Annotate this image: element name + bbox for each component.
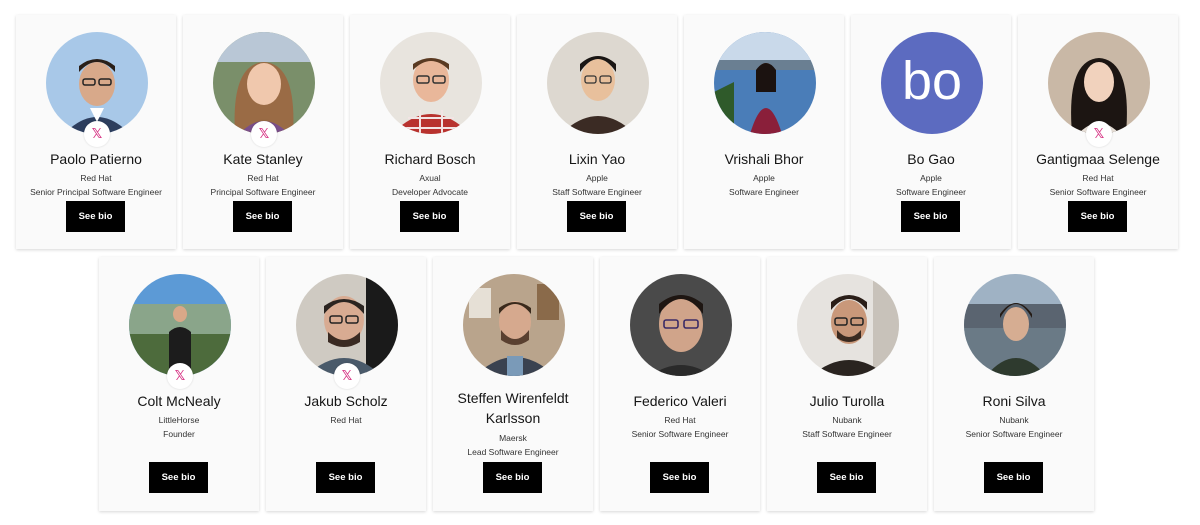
speaker-company: Red Hat xyxy=(330,415,362,425)
speaker-photo[interactable] xyxy=(380,32,482,134)
speaker-card: 𝕏 Colt McNealy LittleHorse Founder See b… xyxy=(99,257,259,511)
speaker-title: Software Engineer xyxy=(729,187,799,197)
see-bio-button[interactable]: See bio xyxy=(817,462,876,493)
speaker-company: Apple xyxy=(920,173,942,183)
speaker-title: Principal Software Engineer xyxy=(210,187,316,197)
speaker-title: Senior Principal Software Engineer xyxy=(30,187,162,197)
speaker-name: Federico Valeri xyxy=(633,393,727,409)
avatar-initials: bo xyxy=(901,51,963,111)
see-bio-button[interactable]: See bio xyxy=(233,201,292,232)
see-bio-button[interactable]: See bio xyxy=(1068,201,1127,232)
speaker-photo[interactable] xyxy=(797,274,899,376)
speaker-photo[interactable] xyxy=(463,274,565,376)
speaker-card: Vrishali Bhor Apple Software Engineer xyxy=(684,15,844,249)
speaker-photo[interactable] xyxy=(46,32,148,134)
speaker-meta: Red Hat Senior Principal Software Engine… xyxy=(16,171,176,199)
speaker-name: Paolo Patierno xyxy=(50,151,142,167)
speaker-name: Roni Silva xyxy=(982,393,1046,409)
speaker-name: Vrishali Bhor xyxy=(724,151,804,167)
speaker-meta: Red Hat xyxy=(266,413,426,427)
speaker-meta: Apple Staff Software Engineer xyxy=(517,171,677,199)
see-bio-button[interactable]: See bio xyxy=(650,462,709,493)
see-bio-button[interactable]: See bio xyxy=(316,462,375,493)
speaker-company: Red Hat xyxy=(1082,173,1114,183)
speaker-title: Staff Software Engineer xyxy=(802,429,892,439)
speaker-company: Red Hat xyxy=(247,173,279,183)
speaker-photo[interactable] xyxy=(296,274,398,376)
speaker-name: Richard Bosch xyxy=(384,151,476,167)
speaker-title: Software Engineer xyxy=(896,187,966,197)
speaker-company: LittleHorse xyxy=(158,415,200,425)
x-social-icon[interactable]: 𝕏 xyxy=(84,121,110,147)
speaker-title: Senior Software Engineer xyxy=(1049,187,1147,197)
speaker-name: Colt McNealy xyxy=(137,393,221,409)
speaker-card: 𝕏 Paolo Patierno Red Hat Senior Principa… xyxy=(16,15,176,249)
speaker-card: Lixin Yao Apple Staff Software Engineer … xyxy=(517,15,677,249)
x-social-icon[interactable]: 𝕏 xyxy=(167,363,193,389)
speaker-title: Lead Software Engineer xyxy=(467,447,559,457)
see-bio-button[interactable]: See bio xyxy=(901,201,960,232)
speaker-card: Richard Bosch Axual Developer Advocate S… xyxy=(350,15,510,249)
speaker-photo[interactable] xyxy=(1048,32,1150,134)
see-bio-button[interactable]: See bio xyxy=(984,462,1043,493)
speaker-card: 𝕏 Jakub Scholz Red Hat See bio xyxy=(266,257,426,511)
speaker-name: Lixin Yao xyxy=(568,151,626,167)
speaker-meta: Red Hat Senior Software Engineer xyxy=(600,413,760,441)
speaker-photo[interactable]: bo xyxy=(881,32,983,134)
speaker-meta: Nubank Senior Software Engineer xyxy=(934,413,1094,441)
speaker-name: Bo Gao xyxy=(907,151,955,167)
speaker-photo[interactable] xyxy=(964,274,1066,376)
speaker-meta: Apple Software Engineer xyxy=(851,171,1011,199)
speaker-photo[interactable] xyxy=(630,274,732,376)
speaker-photo[interactable] xyxy=(213,32,315,134)
speaker-title: Developer Advocate xyxy=(391,187,469,197)
speaker-name: Julio Turolla xyxy=(809,393,885,409)
speaker-meta: Axual Developer Advocate xyxy=(350,171,510,199)
speaker-card: 𝕏 Gantigmaa Selenge Red Hat Senior Softw… xyxy=(1018,15,1178,249)
speaker-title: Senior Software Engineer xyxy=(965,429,1063,439)
speaker-meta: Maersk Lead Software Engineer xyxy=(433,431,593,459)
speaker-photo[interactable] xyxy=(129,274,231,376)
x-social-icon[interactable]: 𝕏 xyxy=(334,363,360,389)
speaker-photo[interactable] xyxy=(547,32,649,134)
speaker-company: Maersk xyxy=(499,433,527,443)
speaker-name: Steffen Wirenfeldt Karlsson xyxy=(457,390,569,426)
see-bio-button[interactable]: See bio xyxy=(400,201,459,232)
speaker-company: Apple xyxy=(586,173,608,183)
speaker-title: Senior Software Engineer xyxy=(631,429,729,439)
see-bio-button[interactable]: See bio xyxy=(66,201,125,232)
speaker-company: Red Hat xyxy=(80,173,112,183)
speaker-name: Gantigmaa Selenge xyxy=(1036,151,1160,167)
speaker-card: 𝕏 Kate Stanley Red Hat Principal Softwar… xyxy=(183,15,343,249)
speaker-company: Red Hat xyxy=(664,415,696,425)
x-social-icon[interactable]: 𝕏 xyxy=(251,121,277,147)
see-bio-button[interactable]: See bio xyxy=(567,201,626,232)
speaker-company: Nubank xyxy=(999,415,1029,425)
see-bio-button[interactable]: See bio xyxy=(149,462,208,493)
speaker-meta: Red Hat Principal Software Engineer xyxy=(183,171,343,199)
speaker-company: Apple xyxy=(753,173,775,183)
speaker-title: Staff Software Engineer xyxy=(552,187,642,197)
x-social-icon[interactable]: 𝕏 xyxy=(1086,121,1112,147)
speaker-name: Jakub Scholz xyxy=(304,393,388,409)
speaker-meta: Red Hat Senior Software Engineer xyxy=(1018,171,1178,199)
speaker-name: Kate Stanley xyxy=(223,151,303,167)
speaker-card: Roni Silva Nubank Senior Software Engine… xyxy=(934,257,1094,511)
speaker-title: Founder xyxy=(163,429,195,439)
speaker-meta: Apple Software Engineer xyxy=(684,171,844,199)
speaker-card: Federico Valeri Red Hat Senior Software … xyxy=(600,257,760,511)
speaker-card: Julio Turolla Nubank Staff Software Engi… xyxy=(767,257,927,511)
speaker-card: Steffen Wirenfeldt Karlsson Maersk Lead … xyxy=(433,257,593,511)
speaker-photo[interactable] xyxy=(714,32,816,134)
speaker-meta: Nubank Staff Software Engineer xyxy=(767,413,927,441)
speaker-card: bo Bo Gao Apple Software Engineer See bi… xyxy=(851,15,1011,249)
speaker-meta: LittleHorse Founder xyxy=(99,413,259,441)
speaker-company: Axual xyxy=(419,173,441,183)
speaker-company: Nubank xyxy=(832,415,862,425)
see-bio-button[interactable]: See bio xyxy=(483,462,542,493)
